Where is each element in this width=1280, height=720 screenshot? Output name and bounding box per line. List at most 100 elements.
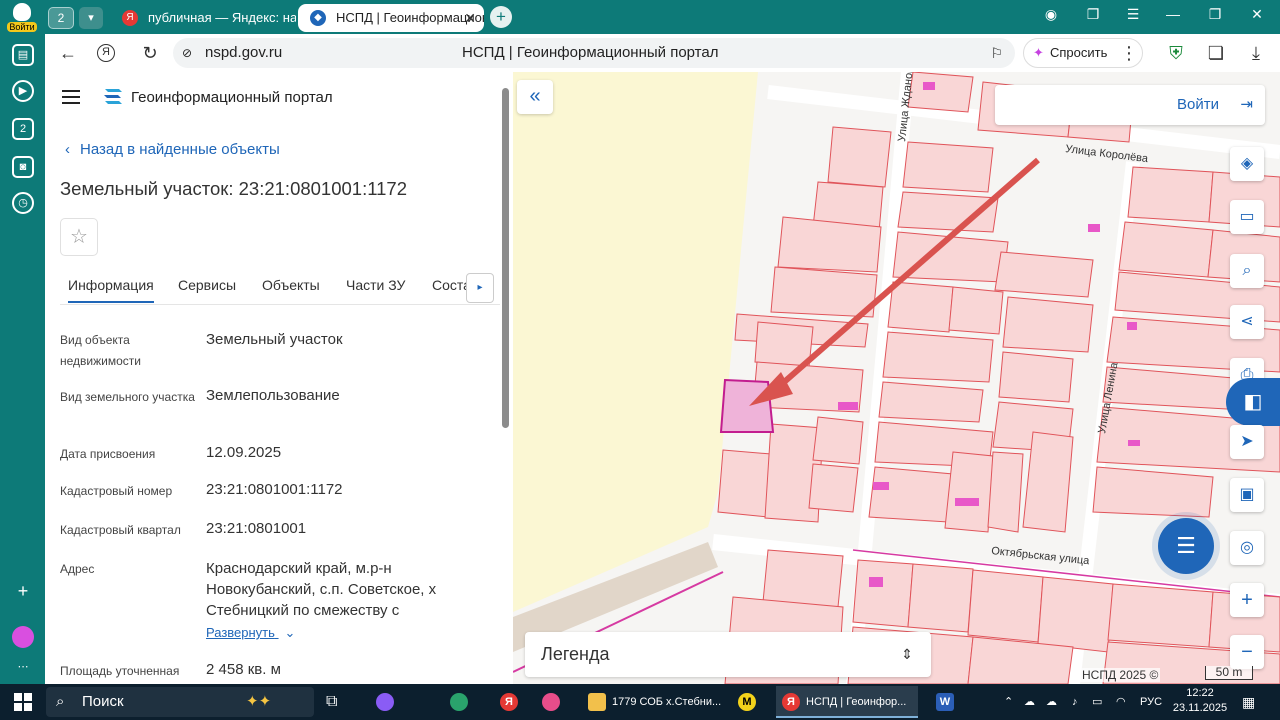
menu-icon[interactable]: ☰ (1118, 6, 1148, 23)
bookmark-icon[interactable]: ⚐ (990, 38, 1003, 68)
minimap-icon[interactable]: ▣ (1230, 478, 1264, 512)
yandex-browser-app-icon[interactable]: Я (500, 686, 524, 718)
panel-tabs: Информация Сервисы Объекты Части ЗУ Сост… (60, 269, 500, 305)
scroll-thumb[interactable] (502, 88, 509, 428)
weather-icon[interactable]: ☁ (1046, 684, 1057, 720)
close-window-button[interactable]: ✕ (1242, 6, 1272, 23)
search-area-icon[interactable]: ⌕ (1230, 254, 1264, 288)
minimize-button[interactable]: — (1158, 6, 1188, 22)
tab-nspd[interactable]: ◆ НСПД | Геоинформационный портал ✕ (298, 4, 484, 32)
parcels-group (717, 72, 1280, 684)
alice-app-icon[interactable] (376, 686, 400, 718)
site-info-icon[interactable]: ⊘ (182, 38, 192, 68)
reload-icon[interactable]: ↻ (139, 42, 161, 64)
tabs-scroll-right-button[interactable]: ▸ (466, 273, 494, 303)
object-info-panel: Геоинформационный портал ‹ Назад в найден… (45, 72, 513, 684)
expand-address-link[interactable]: Развернуть ⌄ (206, 625, 295, 641)
back-arrow-icon[interactable]: ← (57, 42, 79, 64)
bookmarks-panel-icon[interactable]: ❐ (1078, 6, 1108, 23)
field-label: Площадь уточненная (60, 664, 180, 678)
yandex-login-label: Войти (7, 22, 37, 32)
yandex-login-badge[interactable]: Войти (4, 3, 40, 33)
panel-scrollbar[interactable] (500, 82, 510, 682)
windows-start-icon[interactable] (14, 693, 32, 711)
app-title: НСПД | Геоинфор... (806, 696, 907, 708)
taskbar-browser-window[interactable]: Я НСПД | Геоинфор... (776, 686, 918, 718)
app-title: 1779 СОБ х.Стебни... (612, 696, 722, 708)
alice-icon[interactable] (12, 626, 34, 648)
assistant-tab-icon[interactable]: ◧ (1226, 378, 1280, 426)
field-label: Адрес (60, 562, 95, 576)
color-app-icon[interactable] (542, 686, 566, 718)
zoom-in-button[interactable]: + (1230, 583, 1264, 617)
locate-icon[interactable]: ◎ (1230, 531, 1264, 565)
chevron-down-icon: ⌄ (284, 625, 296, 640)
map-scale: 50 m (1205, 666, 1253, 680)
user-icon (13, 3, 31, 21)
favorite-star-button[interactable]: ☆ (60, 218, 98, 256)
tab-count-sidebar-icon[interactable]: 2 (12, 118, 34, 140)
wifi-icon[interactable]: ◠ (1116, 684, 1126, 720)
video-icon[interactable]: ▶ (12, 80, 34, 102)
history-icon[interactable]: ◷ (12, 192, 34, 214)
collections-icon[interactable]: ▤ (12, 44, 34, 66)
taskbar-clock[interactable]: 12:22 23.11.2025 (1172, 686, 1228, 716)
collapse-panel-button[interactable]: « (517, 80, 553, 114)
field-label: Вид земельного участка (60, 390, 195, 404)
language-indicator[interactable]: РУС (1140, 684, 1162, 720)
word-app-icon[interactable]: W (936, 686, 960, 718)
tab-title: публичная — Яндекс: нашлось (148, 10, 296, 25)
taskbar-search[interactable]: ⌕ Поиск ✦✦ (46, 687, 314, 717)
search-icon: ⌕ (56, 693, 65, 710)
tab-parts[interactable]: Части ЗУ (346, 277, 405, 293)
more-vert-icon[interactable]: ⋮ (1118, 42, 1140, 64)
clock-date: 23.11.2025 (1172, 702, 1228, 714)
layers-icon[interactable]: ◈ (1230, 147, 1264, 181)
yandex-logo-icon[interactable]: Я (97, 44, 115, 62)
address-value: Краснодарский край, м.р-н Новокубанский,… (206, 560, 437, 619)
battery-icon[interactable]: ▭ (1092, 684, 1102, 720)
windows-taskbar: ⌕ Поиск ✦✦ ⧉ Я 1779 СОБ х.Стебни... M ЯН… (0, 684, 1280, 720)
chevron-down-icon[interactable]: ▾ (79, 7, 103, 29)
ruler-icon[interactable]: ▭ (1230, 200, 1264, 234)
back-to-results-link[interactable]: ‹ Назад в найденные объекты (65, 141, 280, 158)
agricultural-field (513, 72, 758, 612)
share-icon[interactable]: ⋖ (1230, 305, 1264, 339)
tab-yandex-search[interactable]: Я публичная — Яндекс: нашлось (110, 4, 296, 32)
market-app-icon[interactable]: M (738, 686, 762, 718)
sound-icon[interactable]: ♪ (1072, 684, 1078, 720)
download-icon[interactable]: ⤓ (1245, 42, 1267, 64)
notifications-icon[interactable]: ▦ (1242, 684, 1255, 720)
tray-chevron-icon[interactable]: ⌃ (1004, 684, 1013, 720)
edge-app-icon[interactable] (450, 686, 474, 718)
add-panel-icon[interactable]: + (12, 582, 34, 604)
url-field[interactable]: ⊘ nspd.gov.ru НСПД | Геоинформационный п… (173, 38, 1015, 68)
new-tab-button[interactable]: + (490, 6, 512, 28)
tab-services[interactable]: Сервисы (178, 277, 236, 293)
clock-time: 12:22 (1186, 687, 1214, 699)
selected-parcel[interactable] (719, 378, 775, 433)
tab-information[interactable]: Информация (68, 277, 154, 303)
tab-count-button[interactable]: 2 (48, 7, 74, 29)
hamburger-menu-icon[interactable] (62, 90, 80, 104)
map-canvas[interactable]: Улица Жданова Улица Королёва Улица Ленин… (513, 72, 1280, 684)
close-tab-icon[interactable]: ✕ (464, 4, 476, 32)
map-login-button[interactable]: Войти ⇥ (995, 85, 1265, 125)
geolocation-icon[interactable]: ➤ (1230, 425, 1264, 459)
task-view-icon[interactable]: ⧉ (326, 686, 348, 718)
zoom-out-button[interactable]: − (1230, 635, 1264, 669)
cloud-icon[interactable]: ☁ (1024, 684, 1035, 720)
tab-objects[interactable]: Объекты (262, 277, 320, 293)
shield-icon[interactable]: ⛨ (1165, 42, 1187, 64)
more-icon[interactable]: ⋯ (12, 658, 34, 680)
extensions-icon[interactable]: ❏ (1205, 42, 1227, 64)
legend-dropdown[interactable]: Легенда ⇕ (525, 632, 931, 677)
restore-button[interactable]: ❐ (1200, 6, 1230, 23)
taskbar-folder-window[interactable]: 1779 СОБ х.Стебни... (588, 686, 724, 718)
profile-icon[interactable]: ◉ (1036, 6, 1066, 23)
chat-support-button[interactable]: ☰ (1158, 518, 1214, 574)
login-icon: ⇥ (1240, 96, 1253, 113)
portal-logo-icon (104, 89, 122, 104)
screenshot-icon[interactable]: ◙ (12, 156, 34, 178)
cadastral-map[interactable]: Улица Жданова Улица Королёва Улица Ленин… (513, 72, 1280, 684)
